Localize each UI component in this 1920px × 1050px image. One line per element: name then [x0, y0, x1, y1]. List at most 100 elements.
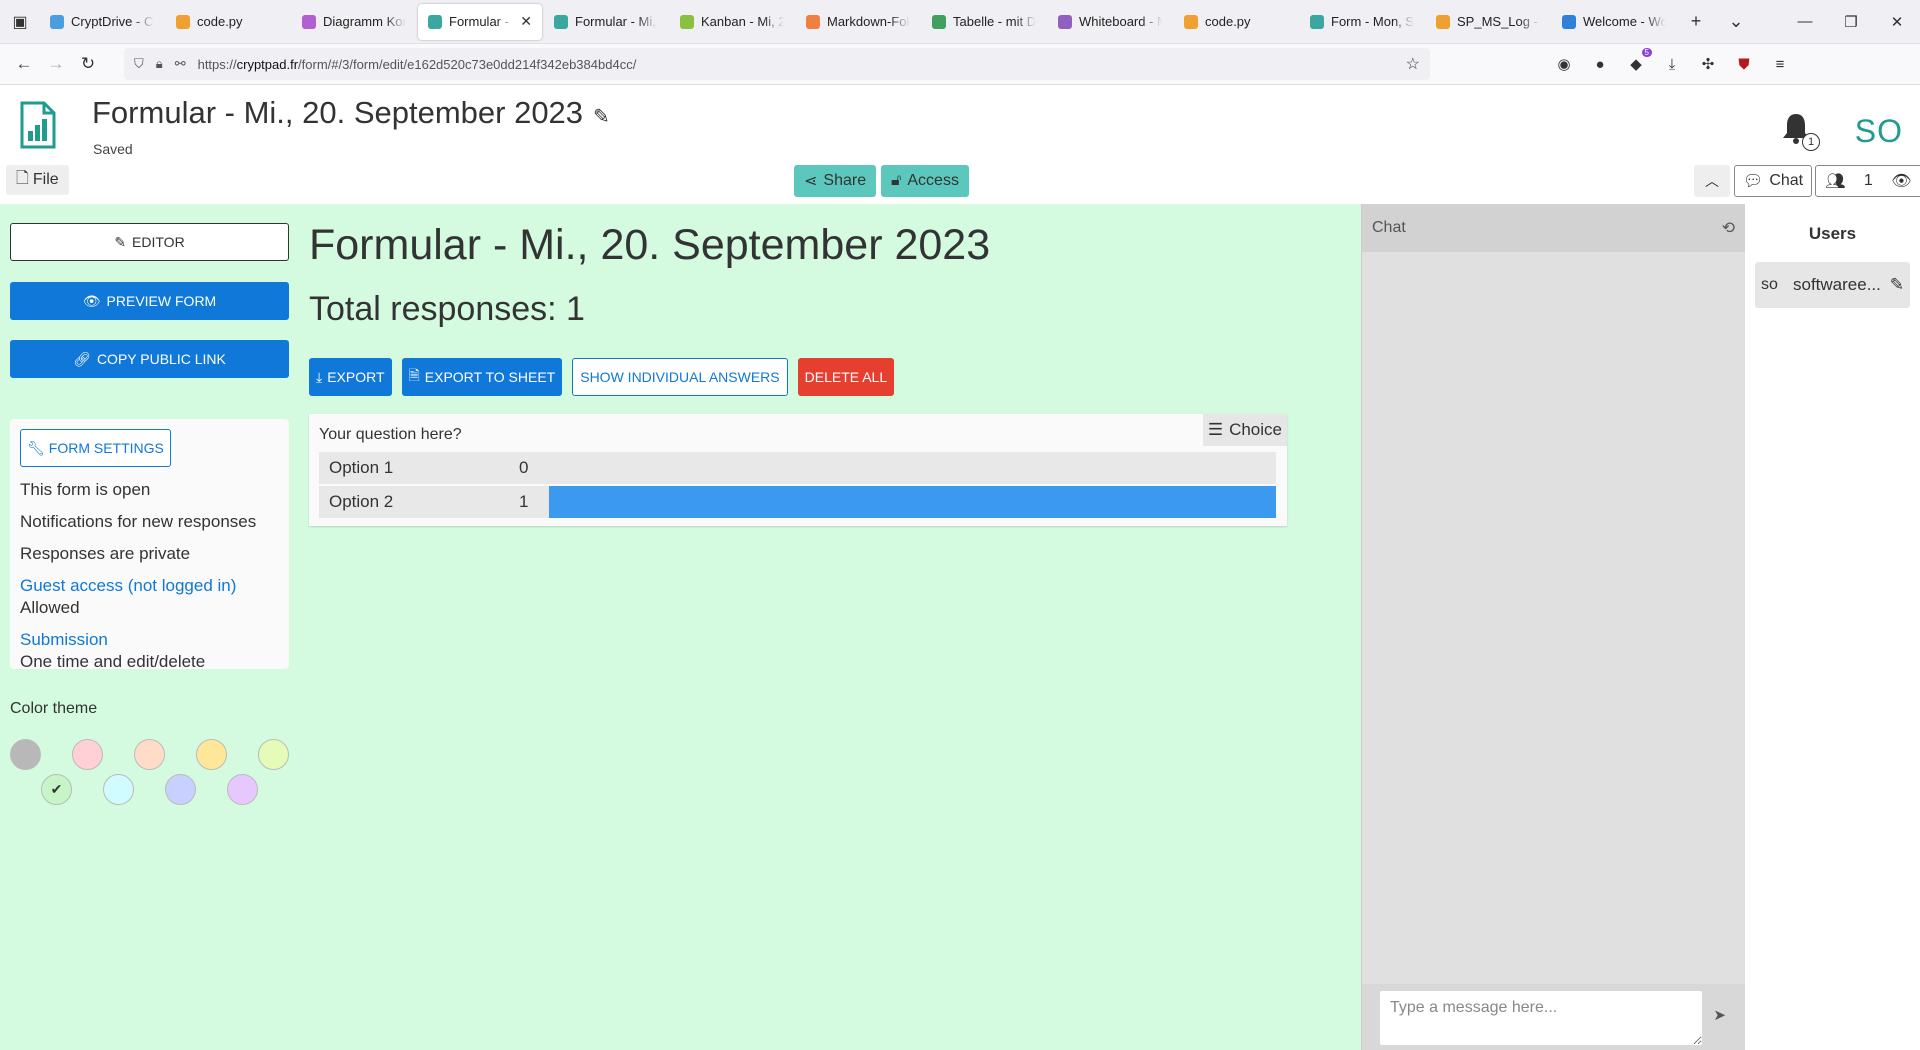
export-button[interactable]: ⤓ EXPORT	[309, 358, 392, 396]
tab-title: Formular - Mi,	[575, 14, 656, 29]
color-theme-swatch[interactable]	[134, 739, 165, 770]
user-menu-avatar[interactable]: SO	[1855, 113, 1903, 150]
account-icon[interactable]: ◉	[1554, 54, 1574, 74]
browser-tab[interactable]: Welcome - Wo	[1552, 4, 1676, 40]
option-count: 1	[519, 492, 529, 511]
vpn-icon[interactable]: ●	[1590, 54, 1610, 74]
file-menu-button[interactable]: 🗋︎ File	[6, 165, 69, 195]
ublock-icon[interactable]: ⛊	[1734, 54, 1754, 74]
browser-tab[interactable]: Form - Mon, Se	[1300, 4, 1424, 40]
close-tab-icon[interactable]: ✕	[520, 13, 532, 30]
browser-tab[interactable]: Kanban - Mi, 2	[670, 4, 794, 40]
chat-toggle-button[interactable]: 💬︎ Chat	[1734, 165, 1813, 197]
bookmark-star-icon[interactable]: ☆	[1406, 54, 1420, 74]
chevron-down-icon[interactable]: ⌄	[1716, 11, 1756, 32]
browser-tab[interactable]: Formular - M ✕	[418, 3, 542, 40]
color-theme-swatch[interactable]	[258, 739, 289, 770]
users-icon: 👥︎	[1825, 173, 1846, 190]
users-title: Users	[1808, 224, 1857, 243]
reload-icon[interactable]: ↻	[72, 54, 104, 74]
delete-all-button[interactable]: DELETE ALL	[797, 358, 895, 396]
lock-icon[interactable]: 🔒︎	[156, 56, 163, 72]
history-icon[interactable]: ⟲	[1722, 218, 1735, 238]
browser-tab[interactable]: Whiteboard - M	[1048, 4, 1172, 40]
export-to-sheet-button[interactable]: 🗎︎ EXPORT TO SHEET	[401, 358, 563, 396]
pencil-icon[interactable]: ✎	[1890, 275, 1904, 295]
userlist-toggle-button[interactable]: 👥︎1 👁︎0	[1815, 165, 1920, 197]
browser-tab[interactable]: Tabelle - mit Di	[922, 4, 1046, 40]
collapse-toolbar-button[interactable]: ︿	[1694, 165, 1730, 197]
browser-tab[interactable]: code.py	[1174, 4, 1298, 40]
pencil-icon: ✎	[114, 233, 127, 250]
option-bar-track	[549, 452, 1276, 484]
form-settings-button[interactable]: 🔧︎ FORM SETTINGS	[20, 429, 171, 467]
show-individual-answers-button[interactable]: SHOW INDIVIDUAL ANSWERS	[572, 358, 788, 396]
user-list-entry[interactable]: so softwaree... ✎	[1755, 262, 1910, 308]
user-name: softwaree...	[1793, 275, 1881, 294]
document-title-text: Formular - Mi., 20. September 2023	[92, 95, 584, 130]
share-label: Share	[823, 172, 867, 189]
shield-icon[interactable]: ⛉	[134, 56, 144, 72]
menu-icon[interactable]: ≡	[1770, 54, 1790, 74]
extensions-puzzle-icon[interactable]: ✣	[1698, 54, 1718, 74]
share-button[interactable]: ⋖ Share	[794, 165, 877, 197]
back-icon[interactable]: ←	[8, 54, 40, 74]
browser-tab[interactable]: Diagramm Kon	[292, 4, 416, 40]
eye-icon: 👁︎	[1891, 173, 1912, 190]
color-theme-swatch[interactable]	[165, 774, 196, 805]
total-responses: Total responses: 1	[309, 290, 585, 328]
browser-tab[interactable]: SP_MS_Log - C	[1426, 4, 1550, 40]
document-title[interactable]: Formular - Mi., 20. September 2023 ✎	[92, 95, 610, 131]
browser-tab[interactable]: Markdown-Foli	[796, 4, 920, 40]
copy-public-link-button[interactable]: 🔗︎ COPY PUBLIC LINK	[10, 340, 289, 378]
color-theme-swatch[interactable]: ✔	[41, 774, 72, 805]
question-type-badge: ☰ Choice	[1202, 414, 1287, 446]
restore-icon[interactable]: ❐	[1828, 13, 1874, 31]
chat-panel: Chat ⟲ ➤	[1361, 204, 1746, 1050]
form-app-logo-icon[interactable]	[18, 101, 58, 149]
browser-tab[interactable]: Formular - Mi,	[544, 4, 668, 40]
color-theme-swatch[interactable]	[196, 739, 227, 770]
color-theme-swatch[interactable]	[103, 774, 134, 805]
notifications-status: Notifications for new responses	[20, 512, 257, 531]
color-theme-swatch[interactable]	[227, 774, 258, 805]
eye-icon: 👁︎	[82, 292, 101, 309]
editor-button[interactable]: ✎ EDITOR	[10, 223, 289, 261]
browser-tab[interactable]: CryptDrive - Cr	[40, 4, 164, 40]
close-window-icon[interactable]: ✕	[1874, 13, 1920, 31]
preview-form-button[interactable]: 👁︎ PREVIEW FORM	[10, 282, 289, 320]
tab-favicon-icon	[1184, 14, 1198, 29]
color-theme-swatch[interactable]	[72, 739, 103, 770]
option-label: Option 2	[329, 492, 394, 511]
access-label: Access	[907, 172, 959, 189]
color-theme-swatch[interactable]	[10, 739, 41, 770]
pencil-icon[interactable]: ✎	[593, 104, 610, 129]
tab-favicon-icon	[176, 14, 190, 29]
permissions-icon[interactable]: ⚯	[175, 56, 186, 72]
access-button[interactable]: 🔓︎ Access	[881, 165, 969, 197]
sheet-file-icon: 🗎︎	[408, 367, 420, 383]
extension-icon[interactable]: ◆ 5	[1626, 48, 1652, 74]
tab-favicon-icon	[428, 14, 442, 29]
tab-favicon-icon	[1058, 14, 1072, 29]
submission-link[interactable]: Submission	[20, 629, 279, 651]
chat-input-area: ➤	[1362, 984, 1746, 1050]
users-panel: Users so softwaree... ✎	[1745, 204, 1920, 1050]
url-bar[interactable]: ⛉ 🔒︎ ⚯ https://cryptpad.fr/form/#/3/form…	[124, 48, 1430, 80]
browser-tab[interactable]: code.py	[166, 4, 290, 40]
users-count: 1	[1863, 172, 1873, 189]
user-list: so softwaree... ✎	[1745, 262, 1920, 308]
minimize-icon[interactable]: —	[1782, 13, 1828, 31]
extension-badge: 5	[1641, 48, 1652, 57]
guest-access-link[interactable]: Guest access (not logged in)	[20, 575, 279, 597]
color-theme-label: Color theme	[10, 700, 98, 717]
download-icon[interactable]: ⤓	[1662, 54, 1682, 74]
tab-list-icon[interactable]: ▣	[0, 0, 40, 44]
app-toolbar: 🗋︎File ⋖Share 🔓︎Access ︿ 💬︎Chat 👥︎1 👁︎0	[0, 165, 1920, 204]
tab-title: SP_MS_Log - C	[1457, 14, 1540, 29]
checkmark-icon: ✔	[50, 781, 63, 797]
forward-icon[interactable]: →	[40, 54, 72, 74]
new-tab-icon[interactable]: +	[1676, 11, 1716, 32]
send-icon[interactable]: ➤	[1713, 1006, 1726, 1024]
chat-message-input[interactable]	[1380, 991, 1702, 1045]
